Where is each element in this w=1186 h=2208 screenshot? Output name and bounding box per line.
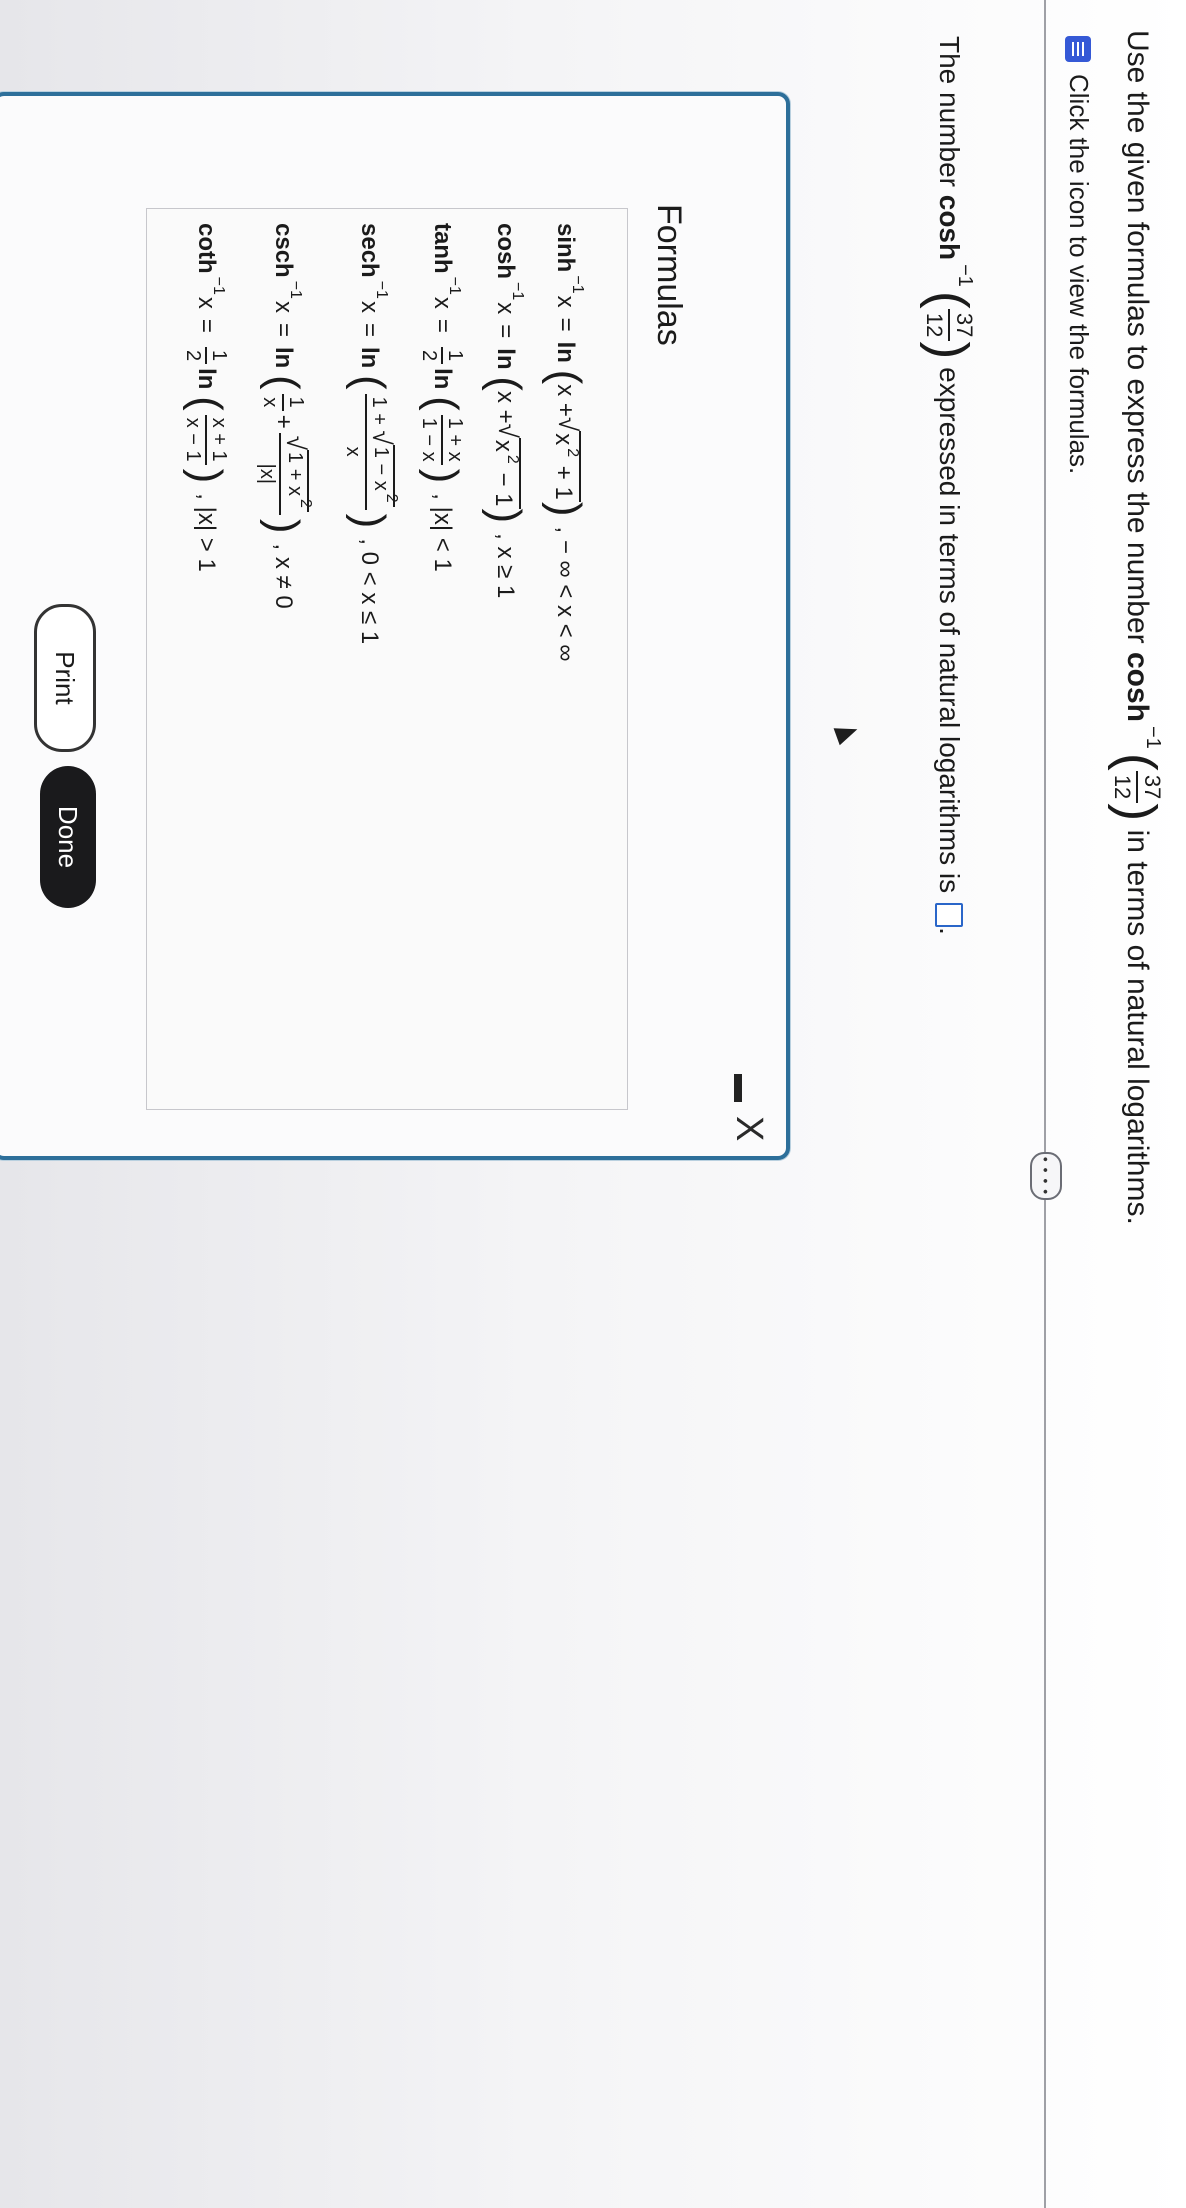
close-icon[interactable]: X (728, 1116, 770, 1141)
prompt-func: cosh (934, 194, 965, 261)
right-paren: ) (919, 341, 979, 360)
page: Use the given formulas to express the nu… (0, 0, 1186, 2208)
instruction-exponent: −1 (1142, 726, 1165, 749)
formula-sech: sech −1 x = ln (1 + √ 1 − x2 x) , 0 < x ≤ 1 (342, 223, 400, 645)
formula-tanh: tanh −1 x = 12 ln (1 + x1 − x) , |x| < 1 (418, 223, 467, 572)
done-button[interactable]: Done (40, 766, 96, 908)
answer-input[interactable] (935, 903, 963, 928)
more-button[interactable]: • • • • (1030, 1152, 1062, 1200)
left-paren: ( (1107, 752, 1167, 771)
formula-sinh: sinh −1 x = ln (x + √ x2 + 1) , − ∞ < x < ∞ (541, 223, 590, 662)
instruction-suffix: in terms of natural logarithms. (1121, 829, 1154, 1225)
instruction: Use the given formulas to express the nu… (1107, 30, 1167, 1225)
print-button[interactable]: Print (34, 604, 96, 752)
fraction-denominator: 12 (922, 312, 947, 338)
right-paren: ) (1107, 803, 1167, 822)
minimize-icon[interactable] (734, 1074, 742, 1102)
formula-list: sinh −1 x = ln (x + √ x2 + 1) , − ∞ < x < ∞ … (146, 208, 628, 1110)
fraction-numerator: 37 (1136, 770, 1165, 804)
fraction-numerator: 37 (948, 308, 977, 342)
prompt-period: . (934, 927, 965, 935)
formulas-dialog: Formulas X sinh −1 x = ln (x + √ x2 + 1) , −… (0, 92, 790, 1160)
prompt-suffix: expressed in terms of natural logarithms… (934, 367, 965, 894)
prompt-prefix: The number (934, 36, 965, 187)
formula-coth: coth −1 x = 12 ln (x + 1x − 1) , |x| > 1 (182, 223, 231, 572)
mouse-cursor-icon (833, 720, 861, 746)
formula-cosh: cosh −1 x = ln (x + √ x2 − 1) , x ≥ 1 (481, 223, 530, 599)
formula-icon[interactable] (1065, 36, 1092, 62)
formula-hint[interactable]: Click the icon to view the formulas. (1063, 36, 1094, 474)
instruction-func: cosh (1121, 651, 1154, 723)
instruction-fraction: 37 12 (1110, 770, 1165, 804)
answer-prompt: The number cosh −1 ( 37 12 ) expressed i… (919, 36, 979, 935)
fraction-denominator: 12 (1110, 774, 1135, 800)
prompt-exponent: −1 (954, 264, 977, 287)
dialog-title: Formulas (650, 204, 688, 346)
instruction-prefix: Use the given formulas to express the nu… (1121, 30, 1154, 644)
divider (1044, 0, 1046, 2208)
hint-text: Click the icon to view the formulas. (1064, 74, 1094, 475)
left-paren: ( (919, 290, 979, 309)
formula-csch: csch −1 x = ln (1 x + √ 1 + x2 |x|) , x ≠ 0 (256, 223, 314, 609)
prompt-fraction: 37 12 (922, 308, 977, 342)
